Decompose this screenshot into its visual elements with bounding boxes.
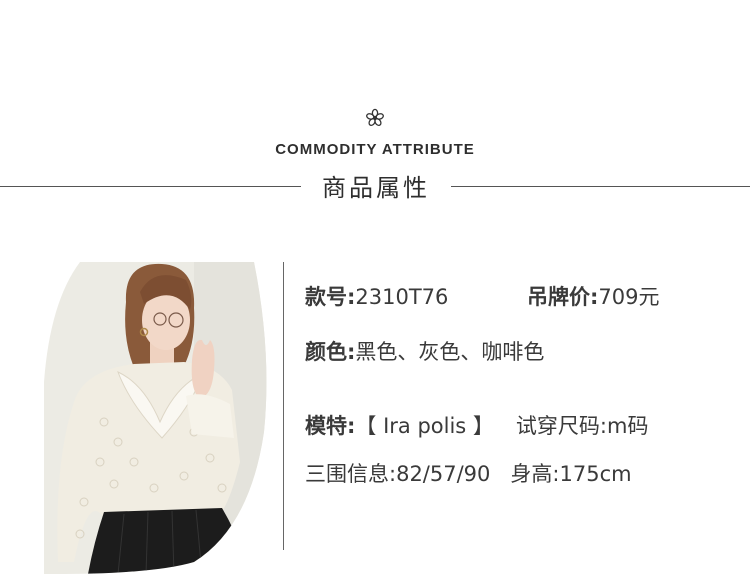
style-number-value: 2310T76 — [355, 285, 449, 309]
price-value: 709元 — [598, 285, 660, 309]
divider-right — [451, 186, 750, 187]
measurements-value: 82/57/90 — [396, 462, 491, 486]
price-row: 吊牌价:709元 — [527, 281, 660, 311]
section-title-cn: 商品属性 — [322, 174, 430, 202]
measurements-label: 三围信息: — [305, 462, 397, 486]
model-row: 模特:【 Ira polis 】试穿尺码:m码 — [305, 410, 648, 440]
flower-icon — [366, 108, 384, 126]
model-value: 【 Ira polis 】 — [355, 414, 494, 438]
size-label: 试穿尺码: — [515, 414, 607, 438]
model-label: 模特: — [305, 414, 356, 438]
model-photo — [44, 262, 267, 574]
color-value: 黑色、灰色、咖啡色 — [355, 340, 545, 364]
size-value: m码 — [607, 414, 649, 438]
section-title-en: COMMODITY ATTRIBUTE — [275, 141, 475, 158]
color-row: 颜色:黑色、灰色、咖啡色 — [305, 336, 544, 366]
height-value: 175cm — [559, 462, 632, 486]
style-number-label: 款号: — [305, 285, 356, 309]
divider-left — [0, 186, 301, 187]
height-label: 身高: — [510, 462, 560, 486]
style-number-row: 款号:2310T76 — [305, 281, 448, 311]
price-label: 吊牌价: — [527, 285, 599, 309]
color-label: 颜色: — [305, 340, 356, 364]
vertical-divider — [283, 262, 284, 550]
measurements-row: 三围信息:82/57/90 身高:175cm — [305, 458, 632, 488]
